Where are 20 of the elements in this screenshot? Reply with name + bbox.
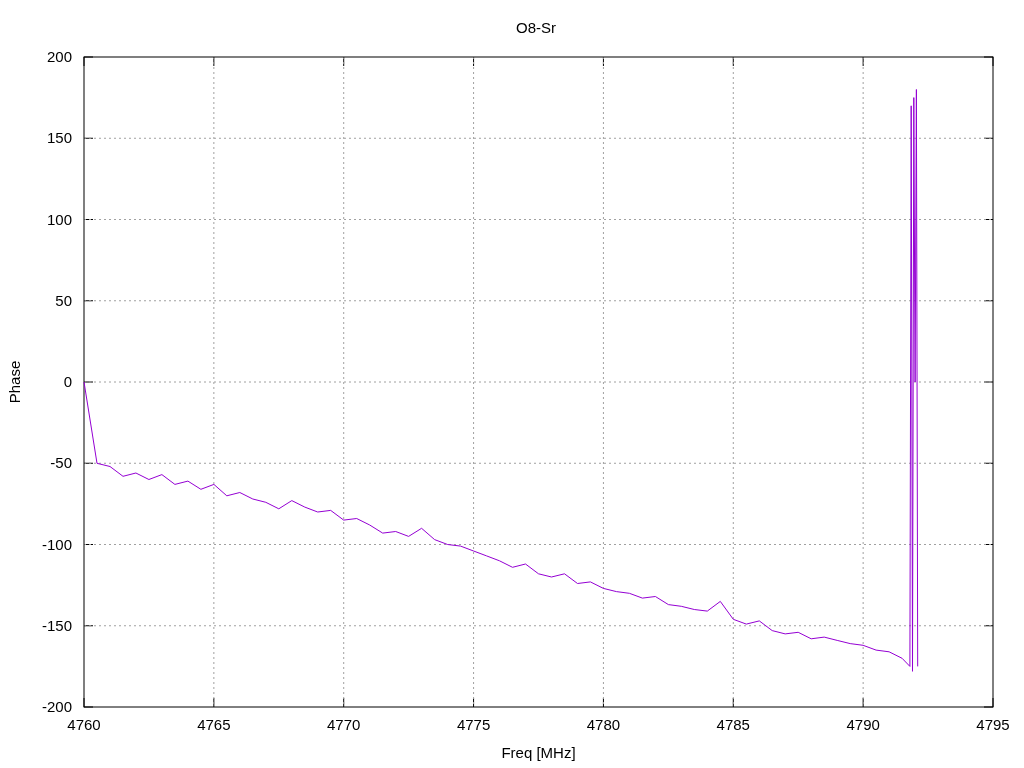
x-tick-label: 4790 (846, 716, 880, 733)
x-tick-label: 4765 (197, 716, 231, 733)
y-tick-label: 0 (63, 373, 72, 390)
chart-title: O8-Sr (516, 19, 556, 36)
y-tick-label: -200 (41, 698, 72, 715)
y-tick-label: 50 (55, 291, 72, 309)
x-tick-label: 4785 (716, 716, 750, 733)
x-tick-label: 4760 (67, 716, 101, 733)
x-tick-label: 4775 (456, 716, 491, 733)
y-tick-label: 100 (46, 210, 72, 228)
x-axis-label: Freq [MHz] (501, 744, 576, 761)
x-tick-label: 4770 (327, 716, 361, 733)
y-tick-label: 150 (46, 129, 72, 147)
y-tick-label: -150 (41, 616, 72, 634)
x-tick-label: 4780 (586, 716, 621, 733)
y-tick-label: -100 (41, 535, 72, 553)
x-tick-label: 4795 (976, 716, 1010, 733)
y-axis-label: Phase (6, 360, 23, 404)
y-tick-label: 200 (46, 48, 72, 65)
y-tick-label: -50 (50, 454, 72, 472)
